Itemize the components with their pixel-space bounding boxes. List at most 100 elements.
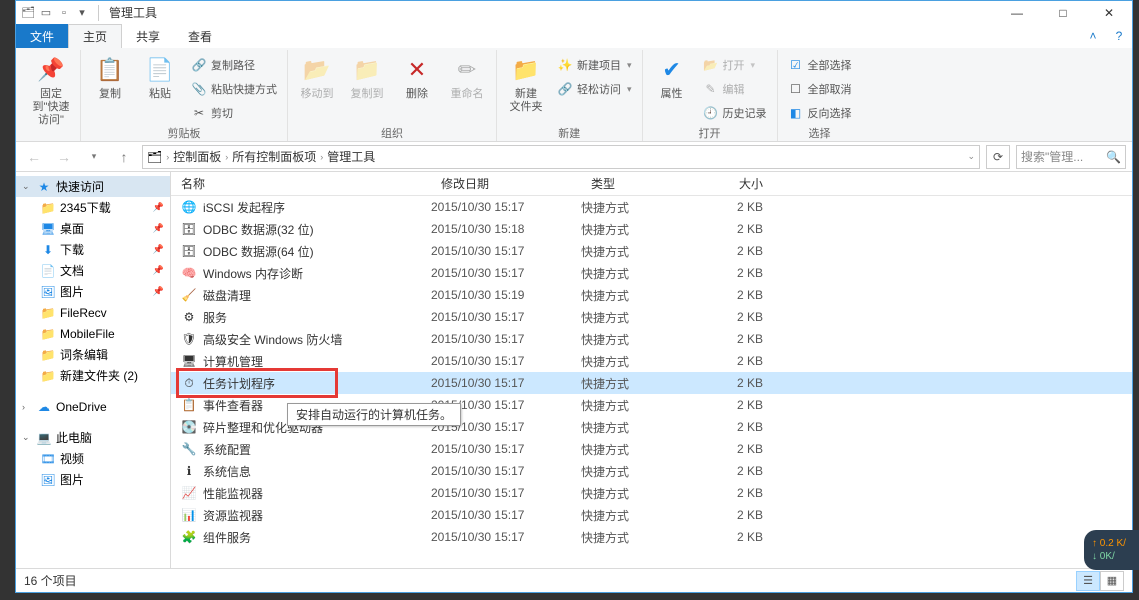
view-icons-button[interactable]: ▦	[1100, 571, 1124, 591]
sidebar-item[interactable]: 📁词条编辑	[16, 344, 170, 365]
file-row[interactable]: 🧩组件服务2015/10/30 15:17快捷方式2 KB	[171, 526, 1132, 548]
file-row[interactable]: 🗄ODBC 数据源(32 位)2015/10/30 15:18快捷方式2 KB	[171, 218, 1132, 240]
sidebar-quickaccess[interactable]: ⌄ ★ 快速访问	[16, 176, 170, 197]
sidebar-item[interactable]: 📄文档📌	[16, 260, 170, 281]
crumb-1[interactable]: 所有控制面板项	[232, 148, 316, 165]
sidebar-item[interactable]: 📁2345下载📌	[16, 197, 170, 218]
newitem-button[interactable]: ✨新建项目▾	[553, 54, 636, 76]
file-type: 快捷方式	[581, 419, 701, 436]
selectnone-button[interactable]: ☐全部取消	[784, 78, 856, 100]
qat-newfolder-icon[interactable]: ▫	[56, 5, 72, 21]
easyaccess-button[interactable]: 🔗轻松访问▾	[553, 78, 636, 100]
expand-icon[interactable]: ⌄	[22, 181, 32, 192]
copypath-button[interactable]: 🔗复制路径	[187, 54, 281, 76]
file-row[interactable]: 🛡高级安全 Windows 防火墙2015/10/30 15:17快捷方式2 K…	[171, 328, 1132, 350]
crumb-0[interactable]: 控制面板	[173, 148, 221, 165]
chevron-icon[interactable]: ›	[225, 152, 228, 162]
forward-button[interactable]: →	[52, 145, 76, 169]
sidebar-onedrive[interactable]: › ☁ OneDrive	[16, 396, 170, 417]
minimize-button[interactable]: —	[994, 1, 1040, 24]
tab-file[interactable]: 文件	[16, 24, 68, 48]
search-input[interactable]: 搜索"管理... 🔍	[1016, 145, 1126, 169]
sidebar-item[interactable]: 🎞视频	[16, 448, 170, 469]
qat-properties-icon[interactable]: ▭	[38, 5, 54, 21]
sidebar-item[interactable]: 🖼图片📌	[16, 281, 170, 302]
delete-button[interactable]: ✕删除	[394, 50, 440, 101]
sidebar-item[interactable]: ⬇下载📌	[16, 239, 170, 260]
breadcrumb-box[interactable]: 🗂 › 控制面板 › 所有控制面板项 › 管理工具 ⌄	[142, 145, 980, 169]
open-button[interactable]: 📂打开▾	[699, 54, 771, 76]
file-name: 资源监视器	[203, 507, 263, 524]
properties-button[interactable]: ✔属性	[649, 50, 695, 101]
moveto-button[interactable]: 📂移动到	[294, 50, 340, 101]
file-row[interactable]: 📈性能监视器2015/10/30 15:17快捷方式2 KB	[171, 482, 1132, 504]
col-size[interactable]: 大小	[701, 175, 781, 192]
view-details-button[interactable]: ☰	[1076, 571, 1100, 591]
sidebar-item[interactable]: 📁新建文件夹 (2)	[16, 365, 170, 386]
sidebar-item[interactable]: 🖥桌面📌	[16, 218, 170, 239]
invert-button[interactable]: ◧反向选择	[784, 102, 856, 124]
col-type[interactable]: 类型	[581, 175, 701, 192]
sidebar-item[interactable]: 📁FileRecv	[16, 302, 170, 323]
file-name: 系统配置	[203, 441, 251, 458]
file-type: 快捷方式	[581, 243, 701, 260]
file-row[interactable]: ⚙服务2015/10/30 15:17快捷方式2 KB	[171, 306, 1132, 328]
edit-button[interactable]: ✎编辑	[699, 78, 771, 100]
easyaccess-icon: 🔗	[557, 81, 573, 97]
expand-icon[interactable]: ⌄	[22, 432, 32, 443]
qat-dropdown-icon[interactable]: ▾	[74, 5, 90, 21]
file-row[interactable]: ⏱任务计划程序2015/10/30 15:17快捷方式2 KB	[171, 372, 1132, 394]
pin-indicator-icon: 📌	[153, 202, 164, 213]
addr-dropdown-icon[interactable]: ⌄	[967, 151, 975, 162]
tab-home[interactable]: 主页	[68, 24, 122, 48]
folder-icon: 📁	[40, 305, 56, 321]
file-row[interactable]: ℹ系统信息2015/10/30 15:17快捷方式2 KB	[171, 460, 1132, 482]
paste-button[interactable]: 📄 粘贴	[137, 50, 183, 101]
file-row[interactable]: 🌐iSCSI 发起程序2015/10/30 15:17快捷方式2 KB	[171, 196, 1132, 218]
copy-button[interactable]: 📋 复制	[87, 50, 133, 101]
cut-icon: ✂	[191, 105, 207, 121]
file-row[interactable]: 📊资源监视器2015/10/30 15:17快捷方式2 KB	[171, 504, 1132, 526]
chevron-icon[interactable]: ›	[320, 152, 323, 162]
file-row[interactable]: 🧹磁盘清理2015/10/30 15:19快捷方式2 KB	[171, 284, 1132, 306]
properties-icon: ✔	[656, 54, 688, 86]
refresh-button[interactable]: ⟳	[986, 145, 1010, 169]
pin-quickaccess-button[interactable]: 📌 固定到"快速访问"	[28, 50, 74, 128]
sidebar-item[interactable]: 📁MobileFile	[16, 323, 170, 344]
net-down: ↓ 0K/	[1092, 551, 1139, 562]
file-name: 服务	[203, 309, 227, 326]
help-icon[interactable]: ?	[1106, 24, 1132, 48]
file-row[interactable]: 🧠Windows 内存诊断2015/10/30 15:17快捷方式2 KB	[171, 262, 1132, 284]
selectall-button[interactable]: ☑全部选择	[784, 54, 856, 76]
col-date[interactable]: 修改日期	[431, 175, 581, 192]
expand-icon[interactable]: ›	[22, 402, 32, 412]
file-name: 事件查看器	[203, 397, 263, 414]
rename-button[interactable]: ✏重命名	[444, 50, 490, 101]
nav-sidebar[interactable]: ⌄ ★ 快速访问 📁 2345下载 📌 🖥桌面📌⬇下载📌📄文档📌🖼图片📌📁FileRe…	[16, 172, 171, 568]
pasteshortcut-button[interactable]: 📎粘贴快捷方式	[187, 78, 281, 100]
maximize-button[interactable]: □	[1040, 1, 1086, 24]
sidebar-thispc[interactable]: ⌄ 💻 此电脑	[16, 427, 170, 448]
tab-view[interactable]: 查看	[174, 24, 226, 48]
file-size: 2 KB	[701, 442, 781, 456]
sidebar-item[interactable]: 🖼图片	[16, 469, 170, 490]
newfolder-button[interactable]: 📁新建 文件夹	[503, 50, 549, 114]
recent-dropdown[interactable]: ▾	[82, 145, 106, 169]
file-row[interactable]: 🖥计算机管理2015/10/30 15:17快捷方式2 KB	[171, 350, 1132, 372]
back-button[interactable]: ←	[22, 145, 46, 169]
tab-share[interactable]: 共享	[122, 24, 174, 48]
ribbon-collapse-icon[interactable]: ˄	[1080, 24, 1106, 48]
cut-button[interactable]: ✂剪切	[187, 102, 281, 124]
file-row[interactable]: 🔧系统配置2015/10/30 15:17快捷方式2 KB	[171, 438, 1132, 460]
up-button[interactable]: ↑	[112, 145, 136, 169]
col-name[interactable]: 名称	[171, 175, 431, 192]
history-button[interactable]: 🕘历史记录	[699, 102, 771, 124]
net-up: ↑ 0.2 K/	[1092, 538, 1139, 549]
copyto-button[interactable]: 📁复制到	[344, 50, 390, 101]
chevron-icon[interactable]: ›	[166, 152, 169, 162]
sidebar-item-label: 2345下载	[60, 199, 111, 216]
file-list[interactable]: 🌐iSCSI 发起程序2015/10/30 15:17快捷方式2 KB🗄ODBC…	[171, 196, 1132, 568]
file-row[interactable]: 🗄ODBC 数据源(64 位)2015/10/30 15:17快捷方式2 KB	[171, 240, 1132, 262]
close-button[interactable]: ✕	[1086, 1, 1132, 24]
crumb-2[interactable]: 管理工具	[327, 148, 375, 165]
